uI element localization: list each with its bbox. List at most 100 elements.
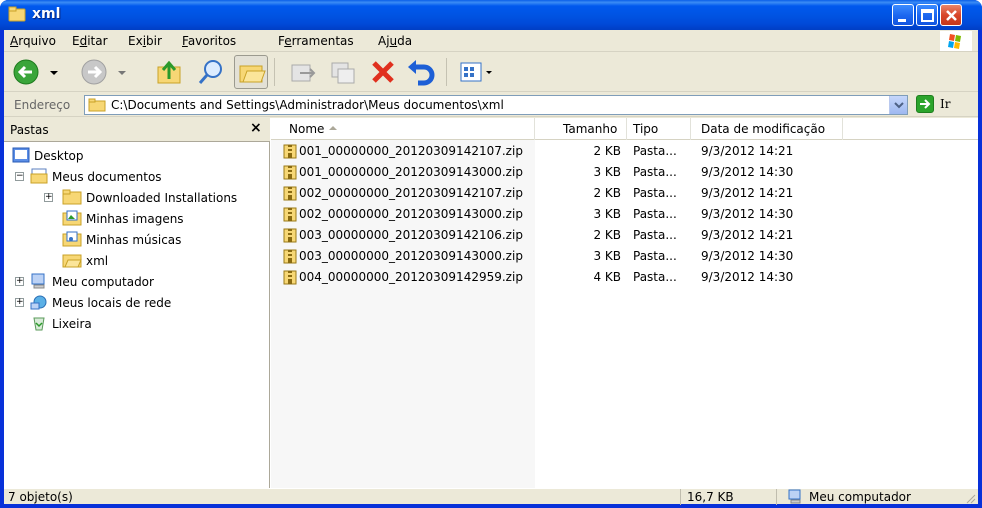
file-size: 2 KB	[593, 144, 621, 158]
window-body: Arquivo Editar Exibir Favoritos Ferramen…	[4, 30, 978, 505]
file-name: 003_00000000_20120309143000.zip	[299, 249, 523, 263]
go-button[interactable]: Ir	[916, 95, 972, 115]
file-modified: 9/3/2012 14:21	[701, 228, 794, 242]
status-objects: 7 objeto(s)	[8, 490, 73, 504]
file-size: 4 KB	[593, 270, 621, 284]
go-arrow-icon	[916, 95, 934, 113]
file-row[interactable]: 003_00000000_20120309142106.zip 2 KB Pasta…	[271, 225, 978, 246]
status-bar: 7 objeto(s) 16,7 KB Meu computador	[4, 488, 978, 505]
file-size: 2 KB	[593, 186, 621, 200]
file-type: Pasta...	[633, 144, 677, 158]
file-row[interactable]: 001_00000000_20120309143000.zip 3 KB Pasta…	[271, 162, 978, 183]
tree-label: Meus locais de rede	[52, 296, 172, 310]
tree-label: Desktop	[34, 149, 84, 163]
expand-icon[interactable]: +	[15, 277, 24, 286]
open-folder-icon	[62, 252, 82, 271]
tree-label: xml	[86, 254, 109, 268]
close-pane-icon[interactable]: ×	[250, 120, 262, 136]
menu-arquivo[interactable]: Arquivo	[10, 34, 56, 48]
minimize-button[interactable]	[892, 4, 914, 26]
file-name: 004_00000000_20120309142959.zip	[299, 270, 523, 284]
file-modified: 9/3/2012 14:30	[701, 165, 794, 179]
folder-icon	[62, 189, 82, 208]
address-label: Endereço	[14, 98, 71, 112]
folders-header: Pastas ×	[4, 118, 270, 142]
copy-to-button[interactable]	[326, 55, 360, 89]
file-row[interactable]: 001_00000000_20120309142107.zip 2 KB Pasta…	[271, 141, 978, 162]
file-modified: 9/3/2012 14:30	[701, 207, 794, 221]
file-list: Nome Tamanho Tipo Data de modificação 00…	[271, 118, 978, 488]
status-size: 16,7 KB	[680, 489, 776, 505]
views-button[interactable]	[456, 55, 500, 89]
column-name[interactable]: Nome	[271, 118, 535, 140]
tree-label: Meus documentos	[52, 170, 162, 184]
file-name: 002_00000000_20120309142107.zip	[299, 186, 523, 200]
my-documents-icon	[30, 168, 48, 187]
up-folder-button[interactable]	[152, 55, 186, 89]
delete-button[interactable]	[366, 55, 400, 89]
my-pictures-icon	[62, 210, 82, 229]
tree-item-my-music[interactable]: Minhas músicas	[12, 230, 262, 250]
forward-button[interactable]	[78, 55, 138, 89]
back-button[interactable]	[10, 55, 70, 89]
menu-ferramentas[interactable]: Ferramentas	[278, 34, 354, 48]
collapse-icon[interactable]: −	[15, 172, 24, 181]
zip-folder-icon	[283, 248, 297, 264]
column-modified[interactable]: Data de modificação	[691, 118, 843, 140]
close-button[interactable]	[940, 4, 962, 26]
file-name: 003_00000000_20120309142106.zip	[299, 228, 523, 242]
address-path: C:\Documents and Settings\Administrador\…	[111, 98, 504, 112]
file-modified: 9/3/2012 14:21	[701, 144, 794, 158]
menu-editar[interactable]: Editar	[72, 34, 108, 48]
address-bar: Endereço C:\Documents and Settings\Admin…	[4, 93, 978, 117]
tree-label: Minhas músicas	[86, 233, 182, 247]
zip-folder-icon	[283, 206, 297, 222]
folder-icon	[8, 6, 26, 22]
maximize-button[interactable]	[916, 4, 938, 26]
column-type[interactable]: Tipo	[627, 118, 691, 140]
file-type: Pasta...	[633, 228, 677, 242]
tree-item-xml[interactable]: xml	[12, 251, 262, 271]
tree-item-my-pictures[interactable]: Minhas imagens	[12, 209, 262, 229]
file-name: 002_00000000_20120309143000.zip	[299, 207, 523, 221]
tree-label: Meu computador	[52, 275, 154, 289]
folders-button[interactable]	[234, 55, 268, 89]
search-button[interactable]	[194, 55, 228, 89]
zip-folder-icon	[283, 227, 297, 243]
tree-item-network[interactable]: + Meus locais de rede	[12, 293, 262, 313]
chevron-down-icon[interactable]	[889, 96, 907, 114]
status-location: Meu computador	[776, 489, 978, 505]
folders-title: Pastas	[10, 123, 49, 137]
my-music-icon	[62, 231, 82, 250]
tree-item-my-documents[interactable]: − Meus documentos	[12, 167, 262, 187]
file-row[interactable]: 004_00000000_20120309142959.zip 4 KB Pasta…	[271, 267, 978, 288]
file-modified: 9/3/2012 14:21	[701, 186, 794, 200]
file-size: 2 KB	[593, 228, 621, 242]
title-bar[interactable]: xml	[0, 0, 982, 30]
file-row[interactable]: 003_00000000_20120309143000.zip 3 KB Pasta…	[271, 246, 978, 267]
file-name: 001_00000000_20120309142107.zip	[299, 144, 523, 158]
undo-button[interactable]	[404, 55, 438, 89]
tree-item-desktop[interactable]: Desktop	[12, 146, 212, 166]
address-input[interactable]: C:\Documents and Settings\Administrador\…	[84, 95, 908, 115]
menu-exibir[interactable]: Exibir	[128, 34, 162, 48]
tree-item-recycle-bin[interactable]: Lixeira	[12, 314, 262, 334]
expand-icon[interactable]: +	[44, 193, 53, 202]
list-header: Nome Tamanho Tipo Data de modificação	[271, 118, 978, 140]
toolbar-separator	[446, 58, 447, 86]
expand-icon[interactable]: +	[15, 298, 24, 307]
move-to-button[interactable]	[286, 55, 320, 89]
toolbar	[4, 52, 978, 92]
file-row[interactable]: 002_00000000_20120309143000.zip 3 KB Pasta…	[271, 204, 978, 225]
tree-item-my-computer[interactable]: + Meu computador	[12, 272, 262, 292]
tree-item-downloaded[interactable]: + Downloaded Installations	[12, 188, 262, 208]
go-label: Ir	[940, 97, 951, 111]
file-row[interactable]: 002_00000000_20120309142107.zip 2 KB Pasta…	[271, 183, 978, 204]
file-size: 3 KB	[593, 207, 621, 221]
recycle-bin-icon	[30, 315, 48, 334]
menu-ajuda[interactable]: Ajuda	[378, 34, 412, 48]
column-size[interactable]: Tamanho	[535, 118, 627, 140]
resize-grip-icon[interactable]	[965, 493, 977, 508]
zip-folder-icon	[283, 269, 297, 285]
menu-favoritos[interactable]: Favoritos	[182, 34, 236, 48]
